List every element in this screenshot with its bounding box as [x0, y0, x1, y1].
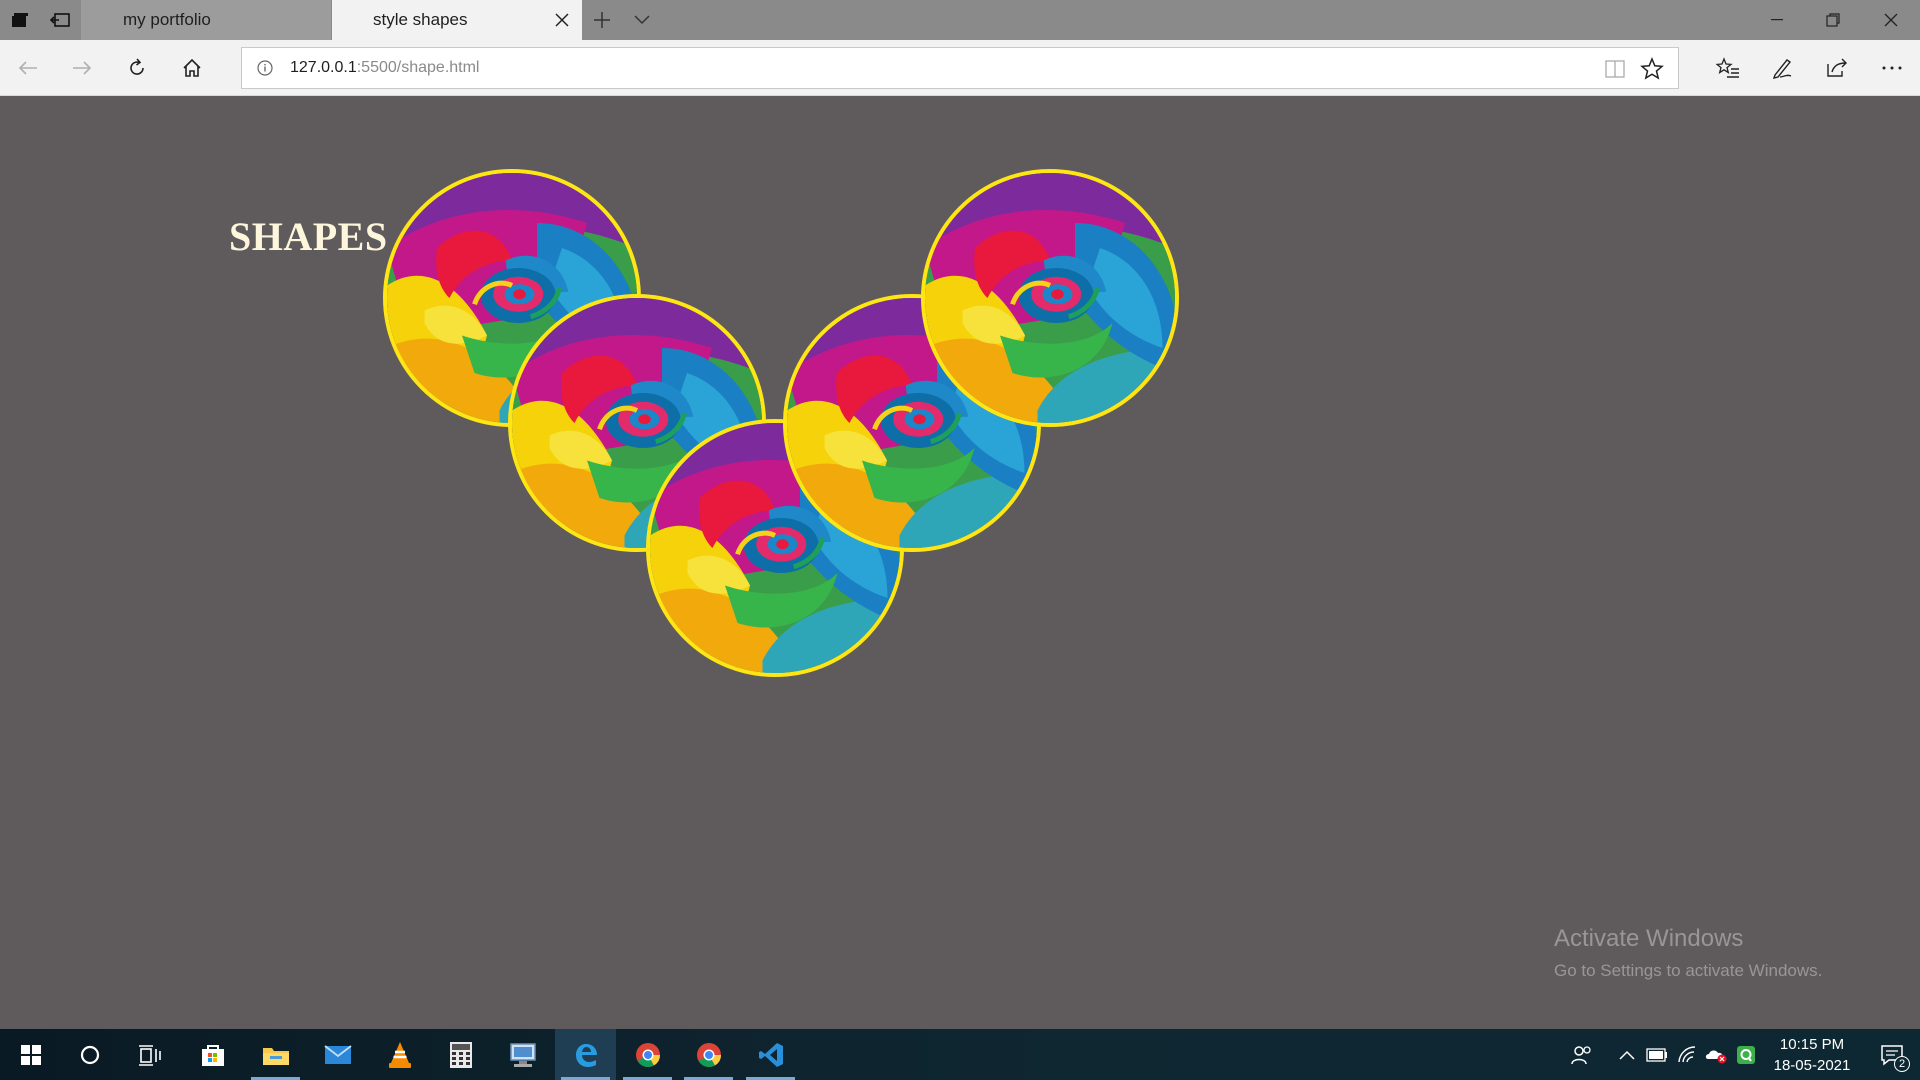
onedrive-error-icon[interactable] [1703, 1029, 1729, 1080]
windows-start-icon[interactable] [0, 1029, 61, 1080]
url-text[interactable]: 127.0.0.1:5500/shape.html [290, 59, 479, 77]
chevron-up-icon[interactable] [1615, 1029, 1639, 1080]
forward-arrow-icon[interactable] [62, 48, 102, 88]
action-center-icon[interactable]: 2 [1864, 1029, 1920, 1080]
refresh-icon[interactable] [117, 48, 157, 88]
close-window-icon[interactable] [1864, 0, 1918, 40]
mail-icon[interactable] [307, 1029, 368, 1080]
browser-toolbar: 127.0.0.1:5500/shape.html [0, 40, 1920, 96]
web-page-content: SHAPES Activate Windows Go to Settings t… [0, 97, 1920, 1029]
watermark-title: Activate Windows [1554, 925, 1744, 952]
task-view-icon[interactable] [119, 1029, 180, 1080]
page-heading: SHAPES [229, 214, 388, 259]
store-icon[interactable] [182, 1029, 243, 1080]
site-info-icon[interactable] [256, 59, 274, 77]
tab-title: style shapes [373, 10, 468, 29]
reading-view-icon[interactable] [1604, 58, 1626, 80]
tab-title: my portfolio [123, 10, 211, 29]
network-pc-icon[interactable] [492, 1029, 553, 1080]
windows-taskbar: 10:15 PM 18-05-2021 2 [0, 1029, 1920, 1080]
wifi-icon[interactable] [1674, 1029, 1700, 1080]
clock-time: 10:15 PM [1779, 1036, 1845, 1053]
home-icon[interactable] [172, 48, 212, 88]
people-icon[interactable] [1568, 1029, 1596, 1080]
restore-icon[interactable] [1806, 0, 1860, 40]
url-host: 127.0.0.1 [290, 59, 357, 76]
tab-preview-chevron-down-icon[interactable] [628, 8, 656, 32]
calculator-icon[interactable] [430, 1029, 491, 1080]
more-options-icon[interactable] [1872, 48, 1912, 88]
activate-windows-watermark: Activate Windows Go to Settings to activ… [1554, 925, 1822, 981]
clock-date: 18-05-2021 [1773, 1057, 1851, 1074]
watermark-subtitle: Go to Settings to activate Windows. [1554, 961, 1823, 980]
tab-my-portfolio[interactable]: my portfolio [81, 0, 331, 40]
file-explorer-icon[interactable] [245, 1029, 306, 1080]
web-note-pen-icon[interactable] [1762, 48, 1802, 88]
address-bar[interactable]: 127.0.0.1:5500/shape.html [241, 47, 1679, 89]
favorite-star-icon[interactable] [1640, 57, 1664, 81]
minimize-icon[interactable] [1750, 0, 1804, 40]
favorites-hub-icon[interactable] [1708, 48, 1748, 88]
taskbar-clock[interactable]: 10:15 PM 18-05-2021 [1762, 1034, 1862, 1076]
new-tab-icon[interactable] [588, 8, 616, 32]
close-tab-icon[interactable] [552, 10, 572, 30]
notification-count-badge: 2 [1894, 1056, 1910, 1072]
set-tabs-aside-icon[interactable] [40, 0, 80, 40]
edge-icon[interactable] [555, 1029, 616, 1080]
chrome-icon[interactable] [617, 1029, 678, 1080]
url-path: :5500/shape.html [356, 59, 480, 76]
browser-tab-strip: my portfolio style shapes [0, 0, 1920, 40]
battery-icon[interactable] [1644, 1029, 1670, 1080]
chrome-icon[interactable] [678, 1029, 739, 1080]
back-arrow-icon[interactable] [8, 48, 48, 88]
tab-style-shapes[interactable]: style shapes [332, 0, 582, 40]
tab-actions-icon[interactable] [0, 0, 40, 40]
vlc-icon[interactable] [369, 1029, 430, 1080]
rose-circle-image [921, 169, 1179, 427]
share-icon[interactable] [1817, 48, 1857, 88]
cortana-icon[interactable] [59, 1029, 120, 1080]
vscode-icon[interactable] [740, 1029, 801, 1080]
qbittorrent-icon[interactable] [1733, 1029, 1759, 1080]
